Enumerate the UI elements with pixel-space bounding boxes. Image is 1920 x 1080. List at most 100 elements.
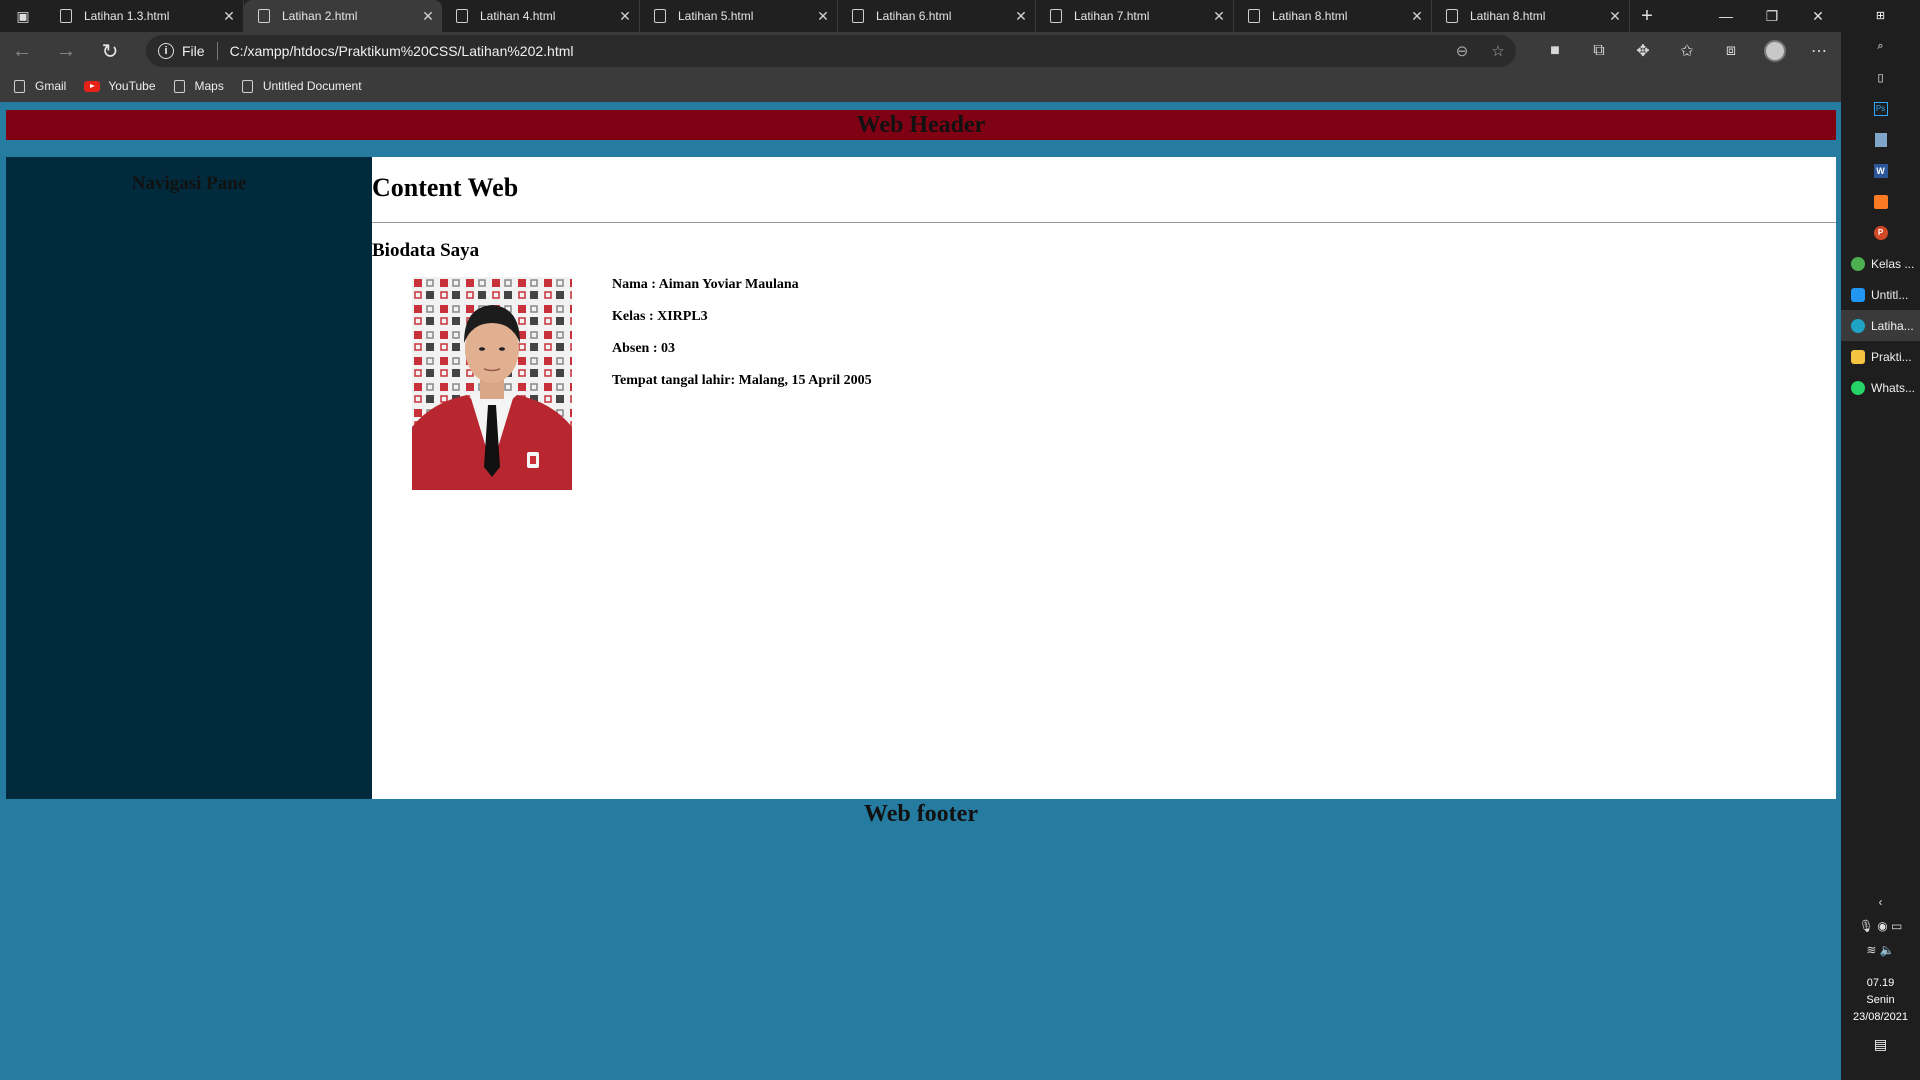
bio-kelas: Kelas : XIRPL3	[612, 309, 708, 324]
add-favorite-icon[interactable]: ☆	[1480, 42, 1516, 60]
powerpoint-icon[interactable]: P	[1841, 217, 1920, 248]
taskbar-app-label: Kelas ...	[1871, 256, 1915, 271]
address-url[interactable]: C:/xampp/htdocs/Praktikum%20CSS/Latihan%…	[230, 43, 1444, 59]
taskbar-app-label: Whats...	[1871, 380, 1916, 395]
edge-icon	[1851, 318, 1865, 333]
tab-bar: ▣ Latihan 1.3.html ✕ Latihan 2.html ✕ La…	[0, 0, 1841, 32]
notification-icon[interactable]: ▤	[1841, 1036, 1920, 1053]
tab-title: Latihan 7.html	[1074, 9, 1150, 23]
tab[interactable]: Latihan 5.html ✕	[640, 0, 838, 32]
close-icon[interactable]: ✕	[1601, 8, 1629, 25]
tab-title: Latihan 8.html	[1272, 9, 1348, 23]
close-icon[interactable]: ✕	[1205, 8, 1233, 25]
close-icon[interactable]: ✕	[809, 8, 837, 25]
content-area: Content Web Biodata Saya Nama: Aiman Yo…	[372, 157, 1836, 799]
tab-title: Latihan 2.html	[282, 9, 358, 23]
address-bar[interactable]: i File C:/xampp/htdocs/Praktikum%20CSS/L…	[146, 35, 1516, 67]
info-icon[interactable]: i	[158, 43, 174, 59]
bookmark-untitled-document[interactable]: Untitled Document	[241, 79, 362, 93]
browser-toolbar: ← → ↻ i File C:/xampp/htdocs/Praktikum%2…	[0, 32, 1841, 70]
address-divider	[216, 42, 218, 60]
app-tray-icon[interactable]: ◉	[1877, 919, 1887, 933]
tab-title: Latihan 5.html	[678, 9, 754, 23]
new-tab-icon[interactable]: +	[1630, 0, 1664, 32]
web-footer: Web footer	[864, 801, 978, 827]
tab[interactable]: Latihan 8.html ✕	[1432, 0, 1630, 32]
minimize-icon[interactable]: —	[1703, 0, 1749, 32]
profile-photo	[412, 277, 572, 490]
bookmark-maps[interactable]: Maps	[173, 79, 224, 93]
tab[interactable]: Latihan 8.html ✕	[1234, 0, 1432, 32]
back-icon[interactable]: ←	[0, 32, 44, 70]
file-icon	[1248, 9, 1260, 23]
favorites-icon[interactable]: ✩	[1665, 32, 1709, 70]
tray-icons: 🎙 ◉ ▭	[1841, 914, 1920, 938]
task-view-icon[interactable]: ▯	[1841, 62, 1920, 93]
forward-icon[interactable]: →	[44, 32, 88, 70]
clock-date: 23/08/2021	[1852, 1011, 1909, 1023]
tab[interactable]: Latihan 1.3.html ✕	[46, 0, 244, 32]
restore-icon[interactable]: ❐	[1749, 0, 1795, 32]
tab-actions-icon[interactable]: ▣	[0, 0, 46, 32]
extension-icon[interactable]: ⧉	[1577, 32, 1621, 70]
extension-square-icon[interactable]: ■	[1533, 32, 1577, 70]
clock-day: Senin	[1866, 994, 1895, 1006]
more-icon[interactable]: ⋯	[1797, 32, 1841, 70]
tab-title: Latihan 1.3.html	[84, 9, 170, 23]
taskbar-clock[interactable]: 07.19 Senin 23/08/2021 ▤	[1841, 975, 1920, 1053]
bookmark-label: Gmail	[35, 79, 67, 93]
start-button[interactable]: ⊞	[1841, 0, 1920, 31]
close-icon[interactable]: ✕	[1007, 8, 1035, 25]
tab-title: Latihan 4.html	[480, 9, 556, 23]
navigation-pane: Navigasi Pane	[6, 157, 372, 799]
refresh-icon[interactable]: ↻	[88, 32, 132, 70]
tab[interactable]: Latihan 7.html ✕	[1036, 0, 1234, 32]
bookmark-gmail[interactable]: Gmail	[14, 79, 66, 93]
vscode-icon	[1851, 287, 1865, 302]
volume-icon[interactable]: 🔈	[1880, 943, 1895, 957]
wifi-icon[interactable]: ≋	[1866, 943, 1876, 957]
tab-active[interactable]: Latihan 2.html ✕	[244, 0, 442, 32]
taskbar-app[interactable]: Untitl...	[1841, 279, 1920, 310]
file-icon	[654, 9, 666, 23]
xampp-icon[interactable]	[1841, 186, 1920, 217]
profile-photo-image	[412, 277, 572, 490]
search-icon[interactable]: ⌕	[1841, 31, 1920, 62]
taskbar-app[interactable]: Kelas ...	[1841, 248, 1920, 279]
close-window-icon[interactable]: ✕	[1795, 0, 1841, 32]
taskbar-app[interactable]: Whats...	[1841, 372, 1920, 403]
word-icon[interactable]: W	[1841, 155, 1920, 186]
close-icon[interactable]: ✕	[611, 8, 639, 25]
photoshop-icon[interactable]: Ps	[1841, 93, 1920, 124]
chrome-icon	[1851, 256, 1865, 271]
whatsapp-icon	[1851, 380, 1865, 395]
close-icon[interactable]: ✕	[414, 8, 442, 25]
close-icon[interactable]: ✕	[215, 8, 243, 25]
file-icon	[258, 9, 270, 23]
page-icon	[14, 79, 25, 93]
zoom-out-icon[interactable]: ⊖	[1444, 42, 1480, 60]
tab[interactable]: Latihan 4.html ✕	[442, 0, 640, 32]
nav-pane-title: Navigasi Pane	[131, 173, 247, 194]
bookmark-youtube[interactable]: YouTube	[84, 79, 156, 93]
profile-avatar[interactable]	[1753, 32, 1797, 70]
mic-icon[interactable]: 🎙	[1859, 919, 1874, 933]
notes-app-icon[interactable]	[1841, 124, 1920, 155]
close-icon[interactable]: ✕	[1403, 8, 1431, 25]
content-title: Content Web	[372, 173, 519, 202]
battery-icon[interactable]: ▭	[1891, 919, 1902, 933]
tab[interactable]: Latihan 6.html ✕	[838, 0, 1036, 32]
bio-absen: Absen : 03	[612, 341, 676, 356]
file-icon	[456, 9, 468, 23]
address-scheme: File	[182, 43, 205, 59]
content-divider	[372, 222, 1836, 223]
bio-ttl: Tempat tangal lahir: Malang, 15 April 20…	[612, 373, 872, 388]
chevron-up-icon[interactable]: ‹	[1841, 890, 1920, 914]
system-tray: ‹ 🎙 ◉ ▭ ≋ 🔈	[1841, 890, 1920, 962]
extensions-puzzle-icon[interactable]: ✥	[1621, 32, 1665, 70]
taskbar-app-label: Prakti...	[1871, 349, 1912, 364]
taskbar-app[interactable]: Prakti...	[1841, 341, 1920, 372]
collections-icon[interactable]: ⧈	[1709, 32, 1753, 70]
file-icon	[852, 9, 864, 23]
taskbar-app-active[interactable]: Latiha...	[1841, 310, 1920, 341]
